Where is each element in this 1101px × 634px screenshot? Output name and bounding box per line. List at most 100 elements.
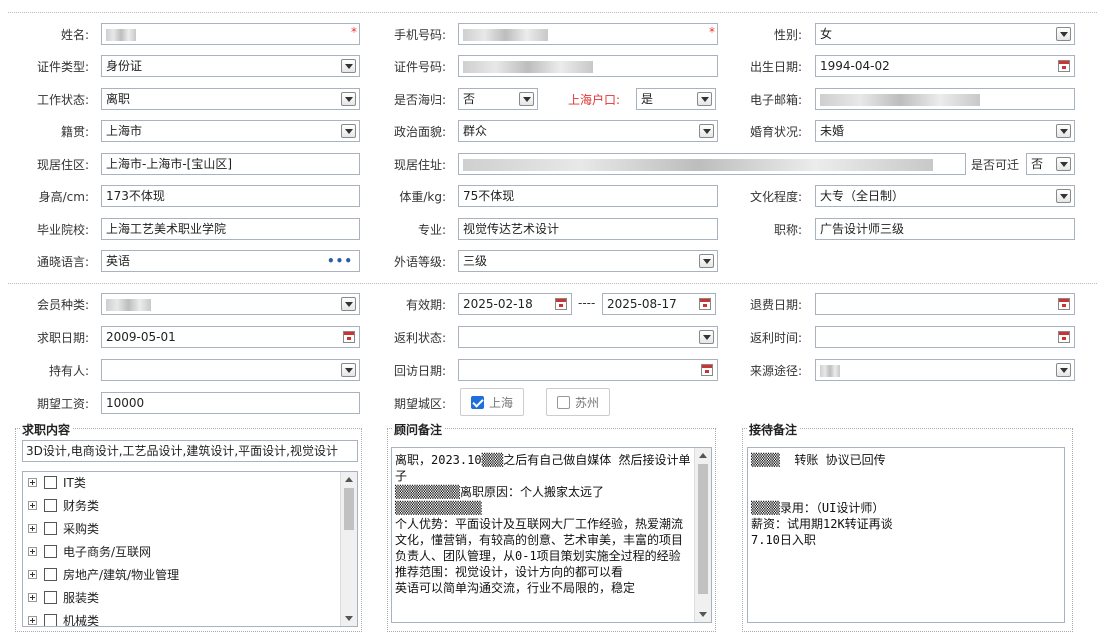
tree-item[interactable]: 电子商务/互联网 (23, 543, 151, 566)
gender-select[interactable]: 女 (815, 23, 1075, 45)
dropdown-arrow-icon[interactable] (341, 124, 356, 138)
refund-date-input[interactable] (815, 293, 1075, 315)
name-input[interactable]: * (101, 23, 360, 45)
language-input[interactable]: 英语 ••• (101, 250, 360, 272)
checkbox-icon[interactable] (44, 522, 57, 535)
calendar-icon[interactable] (343, 331, 355, 343)
source-select[interactable] (815, 359, 1075, 381)
dropdown-arrow-icon[interactable] (1056, 189, 1071, 203)
scroll-up-icon[interactable] (699, 453, 707, 458)
row-holder: 持有人: 回访日期: 来源途径: (0, 358, 1101, 382)
city-option-suzhou[interactable]: 苏州 (546, 388, 611, 416)
checkbox-icon[interactable] (557, 396, 570, 409)
visit-date-label: 回访日期: (393, 364, 446, 378)
checkbox-checked-icon[interactable] (471, 396, 484, 409)
work-status-select[interactable]: 离职 (101, 88, 360, 110)
dropdown-arrow-icon[interactable] (341, 363, 356, 377)
rebate-time-input[interactable] (815, 326, 1075, 348)
tree-item[interactable]: 房地产/建筑/物业管理 (23, 566, 179, 589)
height-input[interactable]: 173不体现 (101, 185, 360, 207)
scroll-down-icon[interactable] (699, 612, 707, 617)
expand-icon[interactable] (28, 501, 37, 510)
major-input[interactable]: 视觉传达艺术设计 (458, 218, 718, 240)
rebate-status-select[interactable] (458, 326, 718, 348)
tree-item[interactable]: 财务类 (23, 497, 99, 520)
dropdown-arrow-icon[interactable] (1056, 157, 1071, 171)
id-type-select[interactable]: 身份证 (101, 55, 360, 77)
tree-item[interactable]: 服装类 (23, 589, 99, 612)
dropdown-arrow-icon[interactable] (699, 254, 714, 268)
dropdown-arrow-icon[interactable] (1056, 124, 1071, 138)
checkbox-icon[interactable] (44, 591, 57, 604)
native-select[interactable]: 上海市 (101, 120, 360, 142)
dropdown-arrow-icon[interactable] (341, 59, 356, 73)
validity-to-input[interactable]: 2025-08-17 (602, 293, 716, 315)
lang-level-select[interactable]: 三级 (458, 250, 718, 272)
birth-date-input[interactable]: 1994-04-02 (815, 55, 1075, 77)
dropdown-arrow-icon[interactable] (341, 92, 356, 106)
dropdown-arrow-icon[interactable] (699, 330, 714, 344)
reception-notes-textarea[interactable]: ▒▒▒▒ 转账 协议已回传 ▒▒▒▒录用：（UI设计师） 薪资：试用期12K转证… (747, 447, 1065, 623)
calendar-icon[interactable] (1058, 60, 1070, 72)
tree-item[interactable]: IT类 (23, 474, 86, 497)
member-type-select[interactable] (101, 293, 360, 315)
advisor-notes-textarea[interactable]: 离职，2023.10▒▒▒之后有自己做自媒体 然后接设计单子 ▒▒▒▒▒▒▒▒▒… (391, 447, 712, 623)
weight-value: 75不体现 (463, 189, 515, 203)
checkbox-icon[interactable] (44, 545, 57, 558)
dropdown-arrow-icon[interactable] (519, 92, 534, 106)
calendar-icon[interactable] (555, 298, 567, 310)
salary-input[interactable]: 10000 (101, 392, 360, 414)
tree-item[interactable]: 机械类 (23, 612, 99, 626)
city-option-shanghai[interactable]: 上海 (460, 388, 525, 416)
holder-select[interactable] (101, 359, 360, 381)
dropdown-arrow-icon[interactable] (1056, 27, 1071, 41)
checkbox-icon[interactable] (44, 476, 57, 489)
tree-item[interactable]: 采购类 (23, 520, 99, 543)
scroll-up-icon[interactable] (345, 477, 353, 482)
overseas-select[interactable]: 否 (458, 88, 538, 110)
apply-date-input[interactable]: 2009-05-01 (101, 326, 360, 348)
id-no-input[interactable] (458, 55, 718, 77)
dropdown-arrow-icon[interactable] (341, 297, 356, 311)
calendar-icon[interactable] (1058, 298, 1070, 310)
checkbox-icon[interactable] (44, 568, 57, 581)
dropdown-arrow-icon[interactable] (697, 92, 712, 106)
education-select[interactable]: 大专（全日制） (815, 185, 1075, 207)
weight-input[interactable]: 75不体现 (458, 185, 718, 207)
work-status-label: 工作状态: (36, 93, 89, 107)
relocate-select[interactable]: 否 (1026, 153, 1075, 175)
checkbox-icon[interactable] (44, 499, 57, 512)
expand-icon[interactable] (28, 593, 37, 602)
calendar-icon[interactable] (701, 364, 713, 376)
title-input[interactable]: 广告设计师三级 (815, 218, 1075, 240)
address-input[interactable] (458, 153, 966, 175)
more-icon[interactable]: ••• (327, 253, 353, 269)
expand-icon[interactable] (28, 547, 37, 556)
visit-date-input[interactable] (458, 359, 718, 381)
marital-select[interactable]: 未婚 (815, 120, 1075, 142)
validity-from-input[interactable]: 2025-02-18 (458, 293, 572, 315)
scroll-down-icon[interactable] (345, 616, 353, 621)
tree-scrollbar[interactable] (340, 472, 357, 626)
phone-input[interactable]: * (458, 23, 718, 45)
dropdown-arrow-icon[interactable] (1056, 363, 1071, 377)
checkbox-icon[interactable] (44, 614, 57, 626)
dropdown-arrow-icon[interactable] (699, 124, 714, 138)
email-input[interactable] (815, 88, 1075, 110)
notes-scrollbar[interactable] (694, 448, 711, 622)
scroll-thumb[interactable] (344, 488, 354, 530)
reception-notes-title: 接待备注 (747, 421, 800, 438)
hukou-select[interactable]: 是 (636, 88, 716, 110)
expand-icon[interactable] (28, 478, 37, 487)
calendar-icon[interactable] (1058, 331, 1070, 343)
expand-icon[interactable] (28, 616, 37, 625)
calendar-icon[interactable] (699, 298, 711, 310)
politics-select[interactable]: 群众 (458, 120, 718, 142)
job-summary-input[interactable]: 3D设计,电商设计,工艺品设计,建筑设计,平面设计,视觉设计 (22, 440, 358, 462)
expand-icon[interactable] (28, 570, 37, 579)
residence-select[interactable]: 上海市-上海市-[宝山区] (101, 153, 360, 175)
school-input[interactable]: 上海工艺美术职业学院 (101, 218, 360, 240)
expand-icon[interactable] (28, 524, 37, 533)
tree-item-label: 财务类 (63, 499, 100, 513)
scroll-thumb[interactable] (698, 464, 708, 594)
